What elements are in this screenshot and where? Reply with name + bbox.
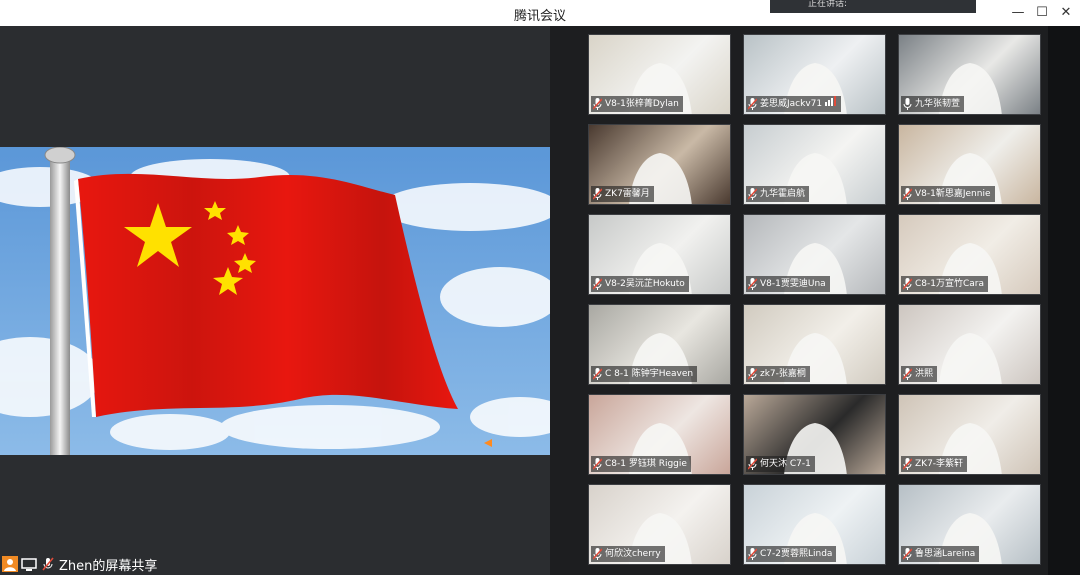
participant-tile[interactable]: 姜思威Jackv71 [743, 34, 886, 115]
participant-tile[interactable]: C7-2贾蓉熙Linda [743, 484, 886, 565]
mic-muted-icon [40, 556, 56, 572]
participant-name: C8-1 罗钰琪 Riggie [605, 459, 687, 469]
mic-muted-icon [747, 368, 758, 380]
speaking-toast: 正在讲话: [770, 0, 976, 13]
participant-name: C7-2贾蓉熙Linda [760, 549, 833, 559]
participant-name-label: 何欣汶cherry [591, 546, 665, 562]
close-button[interactable]: ✕ [1055, 3, 1077, 23]
participant-tile[interactable]: V8-1贾雯迪Una [743, 214, 886, 295]
mic-muted-icon [902, 278, 913, 290]
participant-name-label: 姜思威Jackv71 [746, 96, 842, 112]
participant-name-label: C7-2贾蓉熙Linda [746, 546, 837, 562]
participant-name-label: C8-1万宣竹Cara [901, 276, 988, 292]
mic-muted-icon [592, 98, 603, 110]
mic-muted-icon [592, 278, 603, 290]
mic-muted-icon [902, 548, 913, 560]
participant-tile[interactable]: V8-2吴沅芷Hokuto [588, 214, 731, 295]
mic-muted-icon [747, 98, 758, 110]
participant-name-label: C 8-1 陈钟宇Heaven [591, 366, 698, 382]
screen-share-label: Zhen的屏幕共享 [59, 558, 158, 574]
participant-name-label: V8-2吴沅芷Hokuto [591, 276, 689, 292]
participant-name: C 8-1 陈钟宇Heaven [605, 369, 694, 379]
participant-name-label: 九华霍启航 [746, 186, 810, 202]
participant-name-label: C8-1 罗钰琪 Riggie [591, 456, 691, 472]
participant-name-label: 鲁思涵Lareina [901, 546, 980, 562]
participant-tile[interactable]: 九华霍启航 [743, 124, 886, 205]
screen-share-area[interactable] [0, 26, 550, 575]
right-panel-edge [1048, 26, 1080, 575]
participant-name: 九华霍启航 [760, 189, 806, 199]
participant-name: 九华张韧萱 [915, 99, 961, 109]
participant-name: ZK7雷馨月 [605, 189, 650, 199]
mic-muted-icon [902, 458, 913, 470]
participant-name-label: 九华张韧萱 [901, 96, 965, 112]
mic-muted-icon [592, 458, 603, 470]
screen-share-indicator[interactable]: Zhen的屏幕共享 [0, 553, 160, 575]
user-icon [2, 556, 18, 572]
mic-muted-icon [747, 278, 758, 290]
participant-name: V8-2吴沅芷Hokuto [605, 279, 685, 289]
mic-icon [903, 98, 912, 110]
participant-name-label: ZK7雷馨月 [591, 186, 654, 202]
mic-muted-icon [592, 548, 603, 560]
participant-tile[interactable]: zk7-张嘉桐 [743, 304, 886, 385]
participant-tile[interactable]: 鲁思涵Lareina [898, 484, 1041, 565]
participant-name: V8-1贾雯迪Una [760, 279, 826, 289]
participant-name: 姜思威Jackv71 [760, 99, 823, 109]
participant-name: C8-1万宣竹Cara [915, 279, 984, 289]
participant-name-label: V8-1贾雯迪Una [746, 276, 830, 292]
participant-name: 鲁思涵Lareina [915, 549, 976, 559]
participant-tile[interactable]: C8-1万宣竹Cara [898, 214, 1041, 295]
participant-tile[interactable]: 何欣汶cherry [588, 484, 731, 565]
participant-name-label: 何天沐 C7-1 [746, 456, 815, 472]
participant-tile[interactable]: V8-1张梓菁Dylan [588, 34, 731, 115]
participant-name-label: zk7-张嘉桐 [746, 366, 810, 382]
signal-strength-icon [825, 96, 837, 112]
mic-muted-icon [747, 548, 758, 560]
participant-name: ZK7-李紫轩 [915, 459, 964, 469]
mic-muted-icon [592, 188, 603, 200]
participant-name: 洪熙 [915, 369, 934, 379]
participant-name-label: V8-1靳思嘉Jennie [901, 186, 995, 202]
participant-name: 何天沐 C7-1 [760, 459, 811, 469]
participant-name-label: ZK7-李紫轩 [901, 456, 968, 472]
participant-name: zk7-张嘉桐 [760, 369, 806, 379]
participant-grid: V8-1张梓菁Dylan 姜思威Jackv71 九华张韧萱 ZK7雷馨月 九华霍启航 V8… [550, 26, 1080, 575]
maximize-button[interactable]: ☐ [1031, 3, 1053, 23]
mic-muted-icon [592, 368, 603, 380]
mic-muted-icon [747, 458, 758, 470]
participant-name: 何欣汶cherry [605, 549, 661, 559]
participant-tile[interactable]: 何天沐 C7-1 [743, 394, 886, 475]
participant-tile[interactable]: ZK7-李紫轩 [898, 394, 1041, 475]
mic-muted-icon [902, 188, 913, 200]
participant-tile[interactable]: C 8-1 陈钟宇Heaven [588, 304, 731, 385]
minimize-button[interactable]: — [1007, 3, 1029, 23]
participant-tile[interactable]: ZK7雷馨月 [588, 124, 731, 205]
mic-muted-icon [747, 188, 758, 200]
screen-share-icon [21, 556, 37, 572]
participant-tile[interactable]: C8-1 罗钰琪 Riggie [588, 394, 731, 475]
participant-name-label: V8-1张梓菁Dylan [591, 96, 683, 112]
participant-name: V8-1靳思嘉Jennie [915, 189, 991, 199]
participant-tile[interactable]: 洪熙 [898, 304, 1041, 385]
shared-flag-image [0, 147, 550, 455]
mic-muted-icon [902, 368, 913, 380]
participant-name-label: 洪熙 [901, 366, 938, 382]
participant-name: V8-1张梓菁Dylan [605, 99, 679, 109]
participant-tile[interactable]: V8-1靳思嘉Jennie [898, 124, 1041, 205]
participant-tile[interactable]: 九华张韧萱 [898, 34, 1041, 115]
